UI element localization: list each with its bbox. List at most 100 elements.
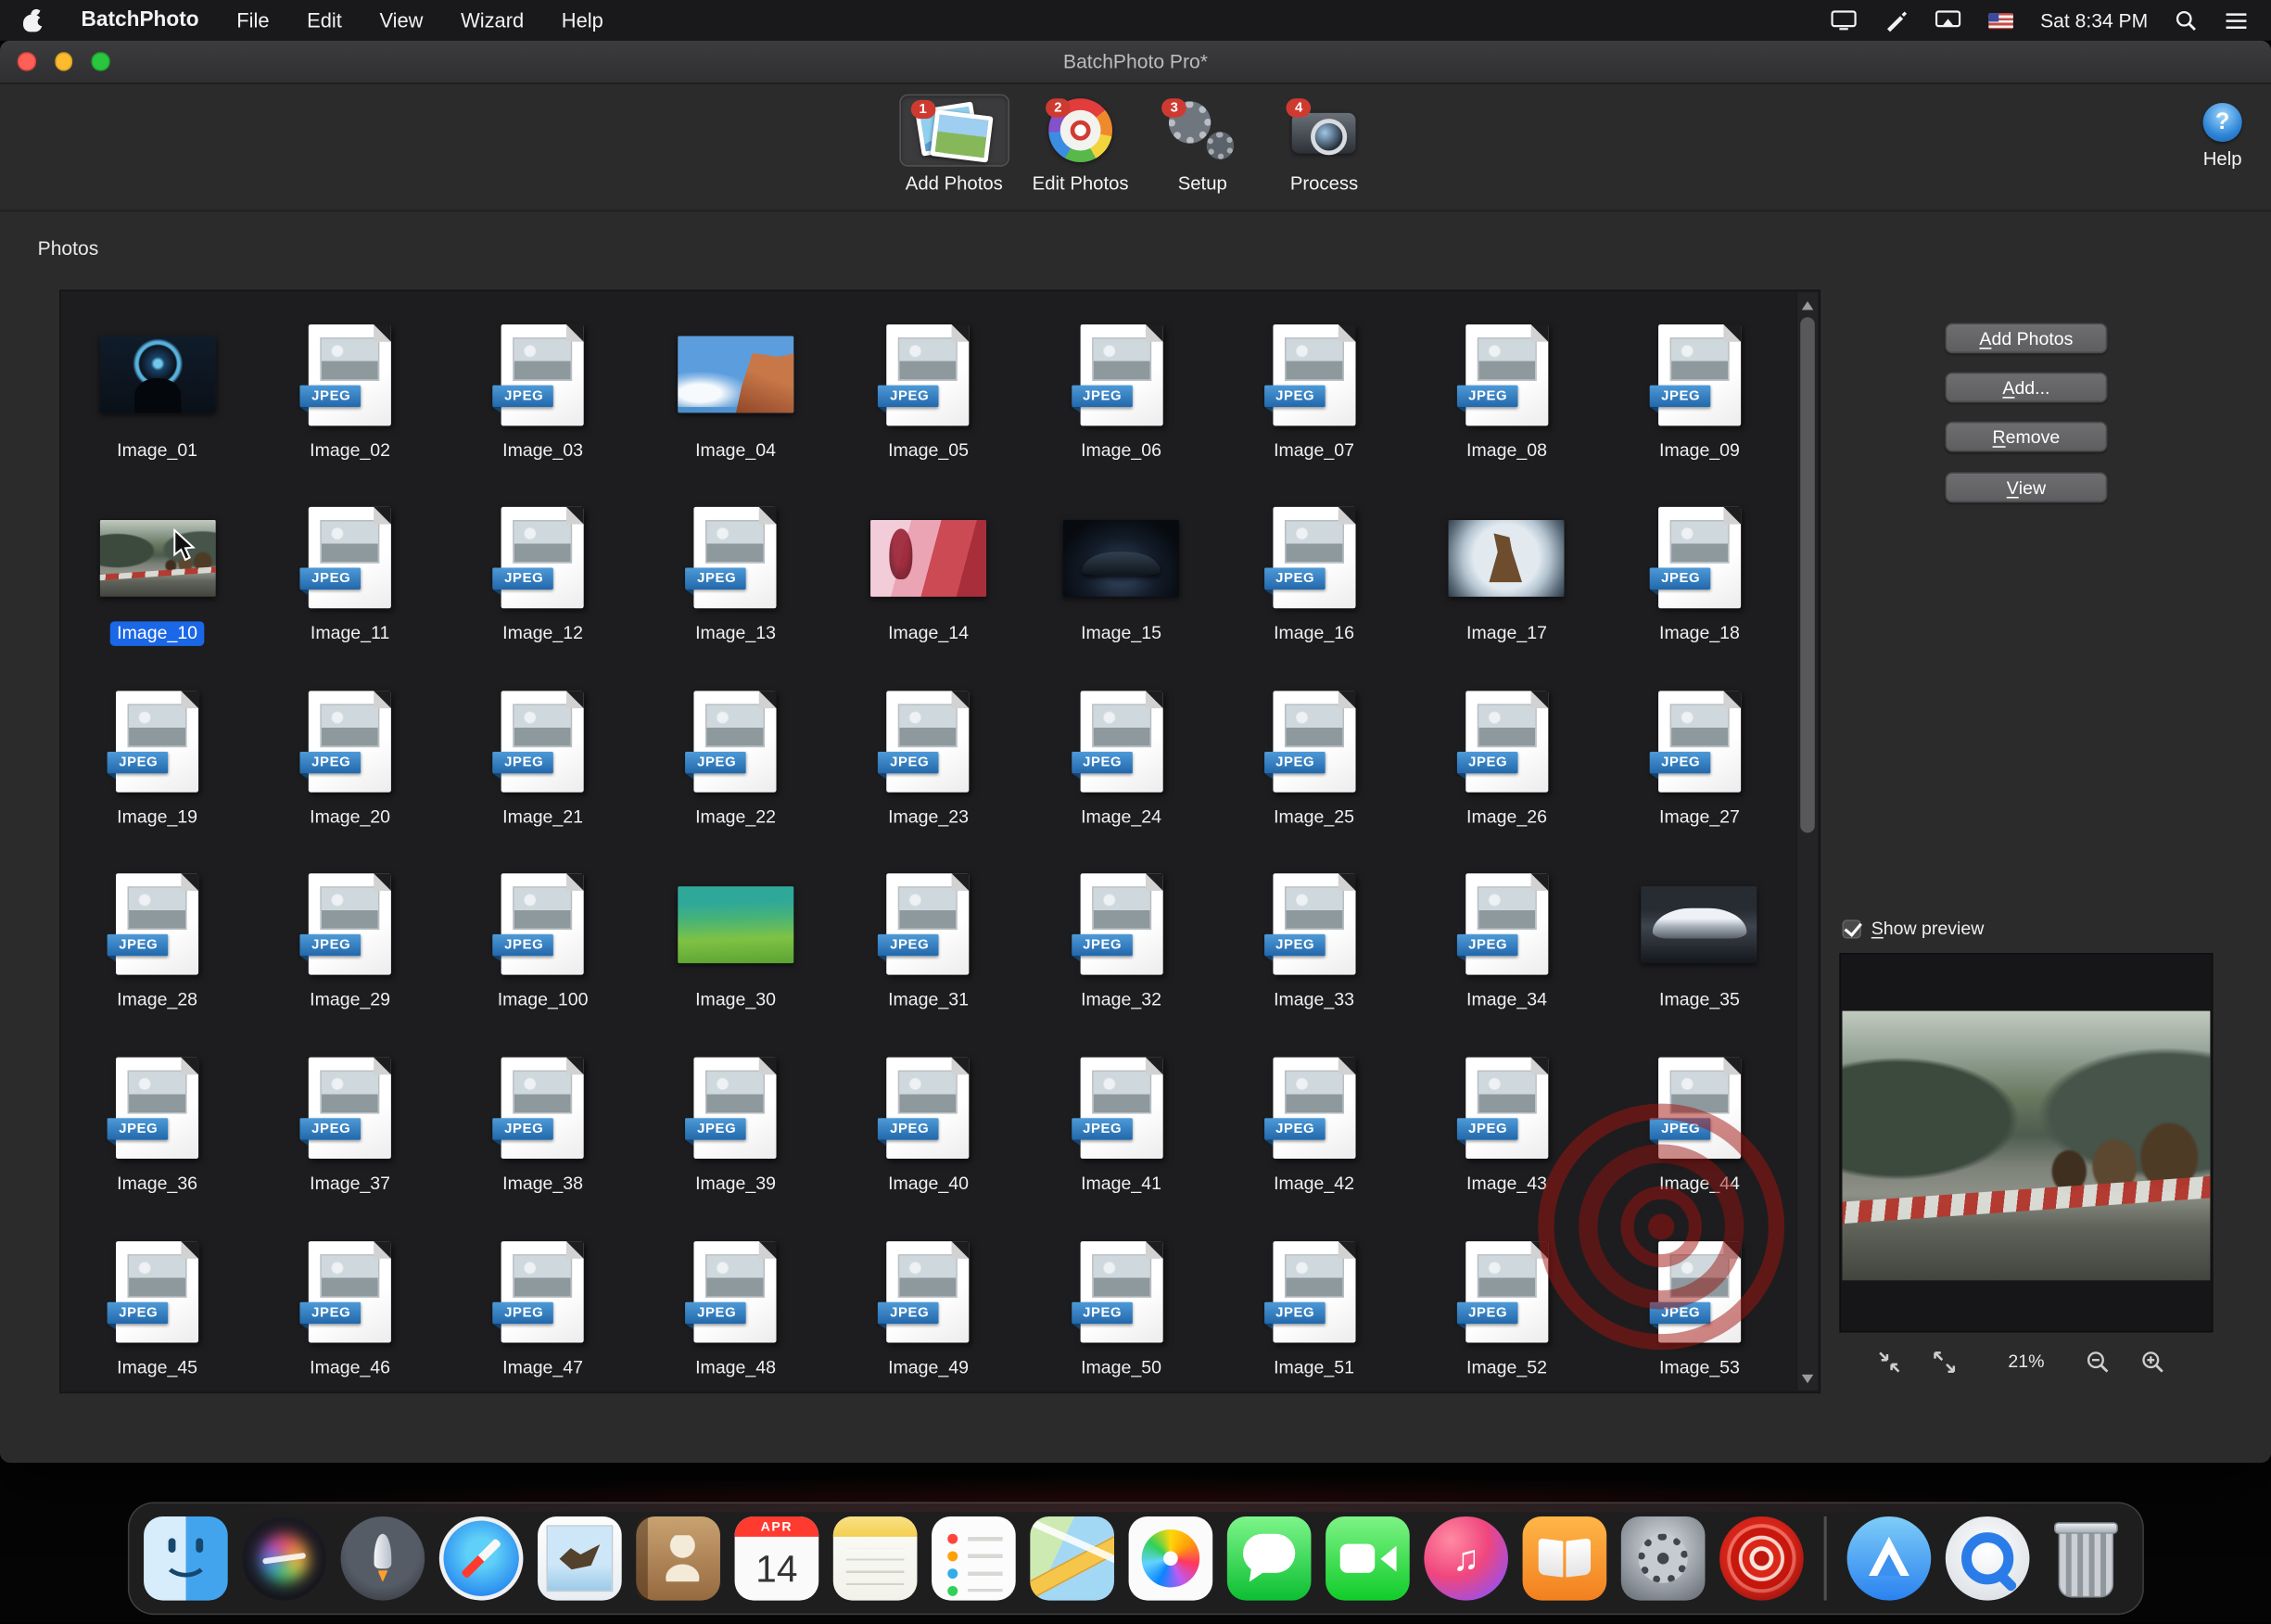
grid-item[interactable]: JPEGImage_29	[254, 843, 447, 1026]
grid-item[interactable]: JPEGImage_46	[254, 1210, 447, 1393]
add-button[interactable]: Add...	[1945, 373, 2107, 403]
grid-item[interactable]: JPEGImage_50	[1025, 1210, 1218, 1393]
grid-item[interactable]: JPEGImage_07	[1218, 293, 1411, 476]
grid-item[interactable]: JPEGImage_52	[1411, 1210, 1604, 1393]
grid-item[interactable]: JPEGImage_03	[447, 293, 640, 476]
dock-icon-facetime[interactable]	[1326, 1516, 1410, 1601]
scrollbar-thumb[interactable]	[1800, 317, 1815, 832]
grid-item[interactable]: JPEGImage_08	[1411, 293, 1604, 476]
menu-clock[interactable]: Sat 8:34 PM	[2040, 9, 2148, 31]
grid-item[interactable]: JPEGImage_33	[1218, 843, 1411, 1026]
menu-file[interactable]: File	[236, 8, 269, 32]
grid-item[interactable]: JPEGImage_41	[1025, 1026, 1218, 1210]
us-flag-icon[interactable]	[1988, 12, 2013, 28]
dock-icon-app-store[interactable]	[1846, 1516, 1931, 1601]
grid-item[interactable]: JPEGImage_22	[640, 659, 832, 843]
scroll-down-arrow[interactable]	[1797, 1369, 1818, 1388]
grid-item[interactable]: JPEGImage_37	[254, 1026, 447, 1210]
grid-item[interactable]: JPEGImage_44	[1603, 1026, 1795, 1210]
dock-icon-maps[interactable]	[1030, 1516, 1114, 1601]
grid-item[interactable]: JPEGImage_21	[447, 659, 640, 843]
notification-center-icon[interactable]	[2225, 11, 2248, 30]
zoom-out-icon[interactable]	[2086, 1350, 2111, 1375]
grid-item[interactable]: JPEGImage_48	[640, 1210, 832, 1393]
dock-icon-messages[interactable]	[1227, 1516, 1312, 1601]
grid-item[interactable]: JPEGImage_23	[832, 659, 1025, 843]
grid-item[interactable]: Image_04	[640, 293, 832, 476]
show-preview-checkbox[interactable]	[1843, 919, 1861, 937]
grid-item[interactable]: JPEGImage_05	[832, 293, 1025, 476]
display-icon[interactable]	[1831, 10, 1857, 31]
grid-item[interactable]: JPEGImage_11	[254, 476, 447, 659]
dock-icon-system-preferences[interactable]	[1621, 1516, 1706, 1601]
grid-item[interactable]: JPEGImage_51	[1218, 1210, 1411, 1393]
dock-icon-siri[interactable]	[242, 1516, 326, 1601]
grid-item[interactable]: Image_01	[61, 293, 254, 476]
grid-item[interactable]: JPEGImage_34	[1411, 843, 1604, 1026]
apple-menu-icon[interactable]	[23, 8, 44, 33]
grid-item[interactable]: JPEGImage_31	[832, 843, 1025, 1026]
grid-item[interactable]: JPEGImage_09	[1603, 293, 1795, 476]
toolbar-process-button[interactable]: 4 Process	[1276, 95, 1372, 195]
grid-item[interactable]: Image_17	[1411, 476, 1604, 659]
grid-item[interactable]: JPEGImage_06	[1025, 293, 1218, 476]
menu-app-name[interactable]: BatchPhoto	[82, 8, 199, 32]
scroll-up-arrow[interactable]	[1797, 296, 1818, 314]
minimize-button[interactable]	[55, 52, 73, 70]
grid-item[interactable]: JPEGImage_12	[447, 476, 640, 659]
show-preview-label[interactable]: Show preview	[1871, 919, 1985, 939]
dock-icon-quicktime[interactable]	[1945, 1516, 2029, 1601]
spotlight-search-icon[interactable]	[2176, 9, 2197, 31]
dock-icon-photos[interactable]	[1129, 1516, 1213, 1601]
grid-item[interactable]: JPEGImage_27	[1603, 659, 1795, 843]
toolbar-setup-button[interactable]: 3 Setup	[1152, 95, 1253, 195]
grid-item[interactable]: JPEGImage_53	[1603, 1210, 1795, 1393]
dock-icon-calendar[interactable]: APR14	[735, 1516, 819, 1601]
grid-item[interactable]: JPEGImage_02	[254, 293, 447, 476]
toolbar-add-photos-button[interactable]: 1 Add Photos	[899, 95, 1009, 195]
grid-item[interactable]: Image_15	[1025, 476, 1218, 659]
grid-item[interactable]: JPEGImage_100	[447, 843, 640, 1026]
grid-item[interactable]: JPEGImage_13	[640, 476, 832, 659]
dock-icon-launchpad[interactable]	[341, 1516, 425, 1601]
close-button[interactable]	[18, 52, 36, 70]
grid-item[interactable]: JPEGImage_36	[61, 1026, 254, 1210]
grid-item[interactable]: JPEGImage_18	[1603, 476, 1795, 659]
zoom-button[interactable]	[91, 52, 109, 70]
menu-wizard[interactable]: Wizard	[461, 8, 524, 32]
view-button[interactable]: View	[1945, 472, 2107, 502]
grid-item[interactable]: JPEGImage_43	[1411, 1026, 1604, 1210]
grid-item[interactable]: JPEGImage_32	[1025, 843, 1218, 1026]
dock-icon-itunes[interactable]	[1424, 1516, 1508, 1601]
dock-icon-notes[interactable]	[833, 1516, 918, 1601]
grid-item[interactable]: JPEGImage_49	[832, 1210, 1025, 1393]
grid-item[interactable]: JPEGImage_40	[832, 1026, 1025, 1210]
dock-icon-mail[interactable]	[538, 1516, 622, 1601]
dock-icon-finder[interactable]	[144, 1516, 228, 1601]
grid-item[interactable]: Image_35	[1603, 843, 1795, 1026]
grid-item[interactable]: JPEGImage_19	[61, 659, 254, 843]
menu-edit[interactable]: Edit	[307, 8, 342, 32]
zoom-in-icon[interactable]	[2140, 1350, 2165, 1375]
grid-item[interactable]: JPEGImage_42	[1218, 1026, 1411, 1210]
grid-item[interactable]: JPEGImage_45	[61, 1210, 254, 1393]
grid-item[interactable]: Image_10	[61, 476, 254, 659]
grid-item[interactable]: JPEGImage_38	[447, 1026, 640, 1210]
toolbar-edit-photos-button[interactable]: 2 Edit Photos	[1033, 95, 1129, 195]
dock-icon-trash[interactable]	[2043, 1516, 2127, 1601]
grid-item[interactable]: JPEGImage_39	[640, 1026, 832, 1210]
dock-icon-reminders[interactable]	[932, 1516, 1016, 1601]
dock-icon-safari[interactable]	[439, 1516, 524, 1601]
grid-item[interactable]: JPEGImage_26	[1411, 659, 1604, 843]
menu-help[interactable]: Help	[562, 8, 603, 32]
dock-icon-contacts[interactable]	[636, 1516, 720, 1601]
grid-item[interactable]: Image_30	[640, 843, 832, 1026]
display-mirroring-icon[interactable]	[1935, 10, 1960, 31]
stylus-icon[interactable]	[1884, 9, 1907, 31]
grid-item[interactable]: JPEGImage_28	[61, 843, 254, 1026]
grid-item[interactable]: JPEGImage_20	[254, 659, 447, 843]
remove-button[interactable]: Remove	[1945, 422, 2107, 452]
add-photos-button[interactable]: Add Photos	[1945, 323, 2107, 353]
show-preview-toggle[interactable]: Show preview	[1843, 919, 1985, 939]
toolbar-help-button[interactable]: Help	[2203, 91, 2242, 169]
